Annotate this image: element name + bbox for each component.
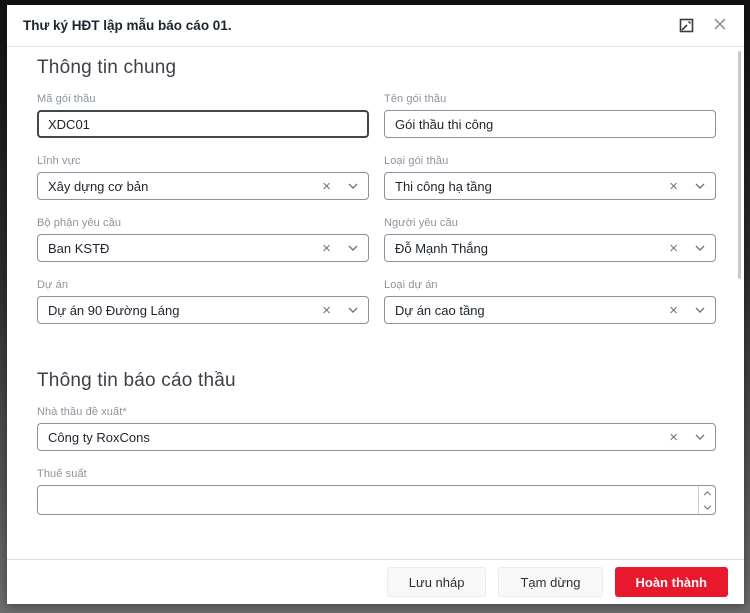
field-label: Mã gói thầu [37,93,369,105]
field-label: Loại gói thầu [384,155,716,167]
chevron-down-icon[interactable] [695,307,705,313]
field-loai-du-an: Loại dự án Dự án cao tầng × [384,279,716,324]
number-spinner [698,486,715,514]
selected-value: Đỗ Mạnh Thắng [395,241,669,256]
field-loai-goi-thau: Loại gói thầu Thi công hạ tầng × [384,155,716,200]
selected-value: Thi công hạ tầng [395,179,669,194]
nguoi-yeu-cau-select[interactable]: Đỗ Mạnh Thắng × [384,234,716,262]
chevron-down-icon[interactable] [695,434,705,440]
field-label: Tên gói thầu [384,93,716,105]
ten-goi-thau-input[interactable]: Gói thầu thi công [384,110,716,138]
field-nguoi-yeu-cau: Người yêu cầu Đỗ Mạnh Thắng × [384,217,716,262]
clear-icon[interactable]: × [322,179,331,194]
field-ma-goi-thau: Mã gói thầu XDC01 [37,93,369,138]
nha-thau-de-xuat-select[interactable]: Công ty RoxCons × [37,423,716,451]
thue-suat-input[interactable] [37,485,716,515]
dialog-title: Thư ký HĐT lập mẫu báo cáo 01. [23,18,676,33]
selected-value: Ban KSTĐ [48,241,322,256]
selected-value: Xây dựng cơ bản [48,179,322,194]
selected-value: Dự án 90 Đường Láng [48,303,322,318]
chevron-down-icon[interactable] [695,245,705,251]
chevron-down-icon[interactable] [348,307,358,313]
section-heading-general: Thông tin chung [37,57,716,79]
loai-goi-thau-select[interactable]: Thi công hạ tầng × [384,172,716,200]
field-label: Thuế suất [37,468,716,480]
input-value: XDC01 [48,117,358,132]
input-value: Gói thầu thi công [395,117,705,132]
clear-icon[interactable]: × [322,303,331,318]
complete-button[interactable]: Hoàn thành [615,567,729,597]
field-du-an: Dự án Dự án 90 Đường Láng × [37,279,369,324]
linh-vuc-select[interactable]: Xây dựng cơ bản × [37,172,369,200]
clear-icon[interactable]: × [669,303,678,318]
chevron-down-icon[interactable] [348,245,358,251]
dialog-body: Thông tin chung Mã gói thầu XDC01 Tên gó… [7,47,744,559]
clear-icon[interactable]: × [669,179,678,194]
field-bo-phan-yeu-cau: Bộ phận yêu cầu Ban KSTĐ × [37,217,369,262]
chevron-down-icon[interactable] [695,183,705,189]
field-label: Người yêu cầu [384,217,716,229]
field-nha-thau-de-xuat: Nhà thầu đề xuất* Công ty RoxCons × [37,406,716,451]
field-ten-goi-thau: Tên gói thầu Gói thầu thi công [384,93,716,138]
ma-goi-thau-input[interactable]: XDC01 [37,110,369,138]
field-thue-suat: Thuế suất [37,468,716,515]
selected-value: Dự án cao tầng [395,303,669,318]
close-icon[interactable]: ✕ [710,16,730,36]
save-draft-button[interactable]: Lưu nháp [387,567,487,597]
expand-icon[interactable] [676,16,696,36]
field-label: Bộ phận yêu cầu [37,217,369,229]
du-an-select[interactable]: Dự án 90 Đường Láng × [37,296,369,324]
clear-icon[interactable]: × [669,241,678,256]
modal-dialog: Thư ký HĐT lập mẫu báo cáo 01. ✕ Thông t… [7,5,744,604]
selected-value: Công ty RoxCons [48,430,669,445]
clear-icon[interactable]: × [322,241,331,256]
field-label: Nhà thầu đề xuất* [37,406,716,418]
field-label: Lĩnh vực [37,155,369,167]
spinner-up-icon[interactable] [699,486,715,500]
spinner-down-icon[interactable] [699,500,715,514]
vertical-scrollbar[interactable] [738,51,741,279]
header-icons: ✕ [676,16,730,36]
dialog-footer: Lưu nháp Tạm dừng Hoàn thành [7,559,744,604]
pause-button[interactable]: Tạm dừng [498,567,602,597]
field-label: Loại dự án [384,279,716,291]
clear-icon[interactable]: × [669,430,678,445]
bo-phan-yeu-cau-select[interactable]: Ban KSTĐ × [37,234,369,262]
field-linh-vuc: Lĩnh vực Xây dựng cơ bản × [37,155,369,200]
loai-du-an-select[interactable]: Dự án cao tầng × [384,296,716,324]
section-heading-report: Thông tin báo cáo thầu [37,370,716,392]
chevron-down-icon[interactable] [348,183,358,189]
close-glyph: ✕ [712,16,728,35]
dialog-header: Thư ký HĐT lập mẫu báo cáo 01. ✕ [7,5,744,47]
field-label: Dự án [37,279,369,291]
